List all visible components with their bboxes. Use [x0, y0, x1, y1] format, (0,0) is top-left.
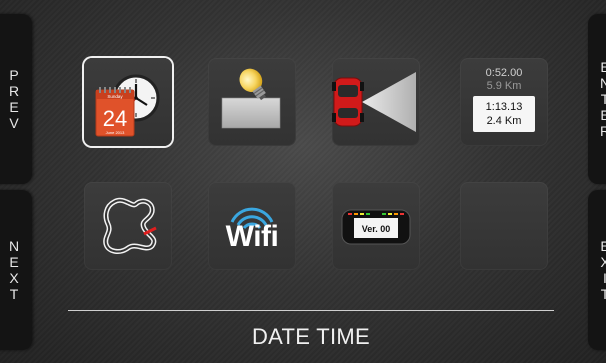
prev-button[interactable]: P R E V [0, 14, 32, 184]
menu-item-light[interactable] [208, 58, 296, 146]
lap-stats-icon: 0:52.00 5.9 Km 1:13.13 2.4 Km [460, 58, 548, 146]
next-letter: T [9, 286, 19, 302]
enter-letter: T [600, 91, 606, 107]
previous-lap-time: 0:52.00 [485, 67, 523, 79]
menu-item-firmware[interactable]: Ver. 00 [332, 182, 420, 270]
calendar-month-year: June 2013 [106, 130, 125, 135]
race-car-beam-icon [332, 72, 416, 132]
calendar-weekday: Sunday [107, 94, 123, 99]
previous-lap-distance: 5.9 Km [486, 80, 522, 92]
prev-letter: R [8, 83, 20, 99]
prev-letter: V [9, 115, 19, 131]
menu-item-wifi[interactable]: Wifi [208, 182, 296, 270]
exit-letter: X [600, 254, 606, 270]
calendar-day: 24 [103, 106, 127, 131]
next-letter: X [9, 270, 19, 286]
lightbulb-icon [221, 68, 281, 129]
current-lap-distance: 2.4 Km [486, 115, 522, 127]
previous-lap: 0:52.00 5.9 Km [460, 67, 548, 93]
next-label: N E X T [7, 238, 21, 302]
exit-label: E X I T [598, 238, 606, 302]
menu-item-date-time[interactable]: Sunday 24 June 2013 [84, 58, 172, 146]
menu-item-lap-detection[interactable] [332, 58, 420, 146]
exit-letter: I [603, 270, 606, 286]
enter-letter: E [600, 107, 606, 123]
wifi-label: Wifi [225, 220, 279, 253]
prev-label: P R E V [7, 67, 21, 131]
exit-letter: E [600, 238, 606, 254]
footer-divider [68, 310, 554, 311]
menu-item-track[interactable] [84, 182, 172, 270]
next-letter: N [8, 238, 20, 254]
prev-letter: E [9, 99, 19, 115]
next-button[interactable]: N E X T [0, 190, 32, 350]
enter-letter: R [599, 123, 606, 139]
enter-letter: N [599, 75, 606, 91]
current-lap-time: 1:13.13 [485, 101, 523, 113]
enter-label: E N T E R [598, 59, 606, 139]
enter-letter: E [600, 59, 606, 75]
enter-button[interactable]: E N T E R [588, 14, 606, 184]
menu-item-empty[interactable] [460, 182, 548, 270]
firmware-version: Ver. 00 [362, 224, 391, 234]
track-map-icon [103, 197, 157, 254]
menu-item-lap-stats[interactable]: 0:52.00 5.9 Km 1:13.13 2.4 Km [460, 58, 548, 146]
current-lap-box: 1:13.13 2.4 Km [473, 96, 535, 132]
exit-button[interactable]: E X I T [588, 190, 606, 350]
next-letter: E [9, 254, 19, 270]
selected-item-title: DATE TIME [251, 324, 370, 349]
device-screen: P R E V N E X T E N T E R E X I T Sunday… [0, 0, 606, 363]
dash-display-icon: Ver. 00 [341, 209, 411, 245]
calendar-clock-icon: Sunday 24 June 2013 [95, 74, 160, 137]
prev-letter: P [9, 67, 19, 83]
wifi-icon: Wifi [208, 182, 296, 270]
exit-letter: T [600, 286, 606, 302]
